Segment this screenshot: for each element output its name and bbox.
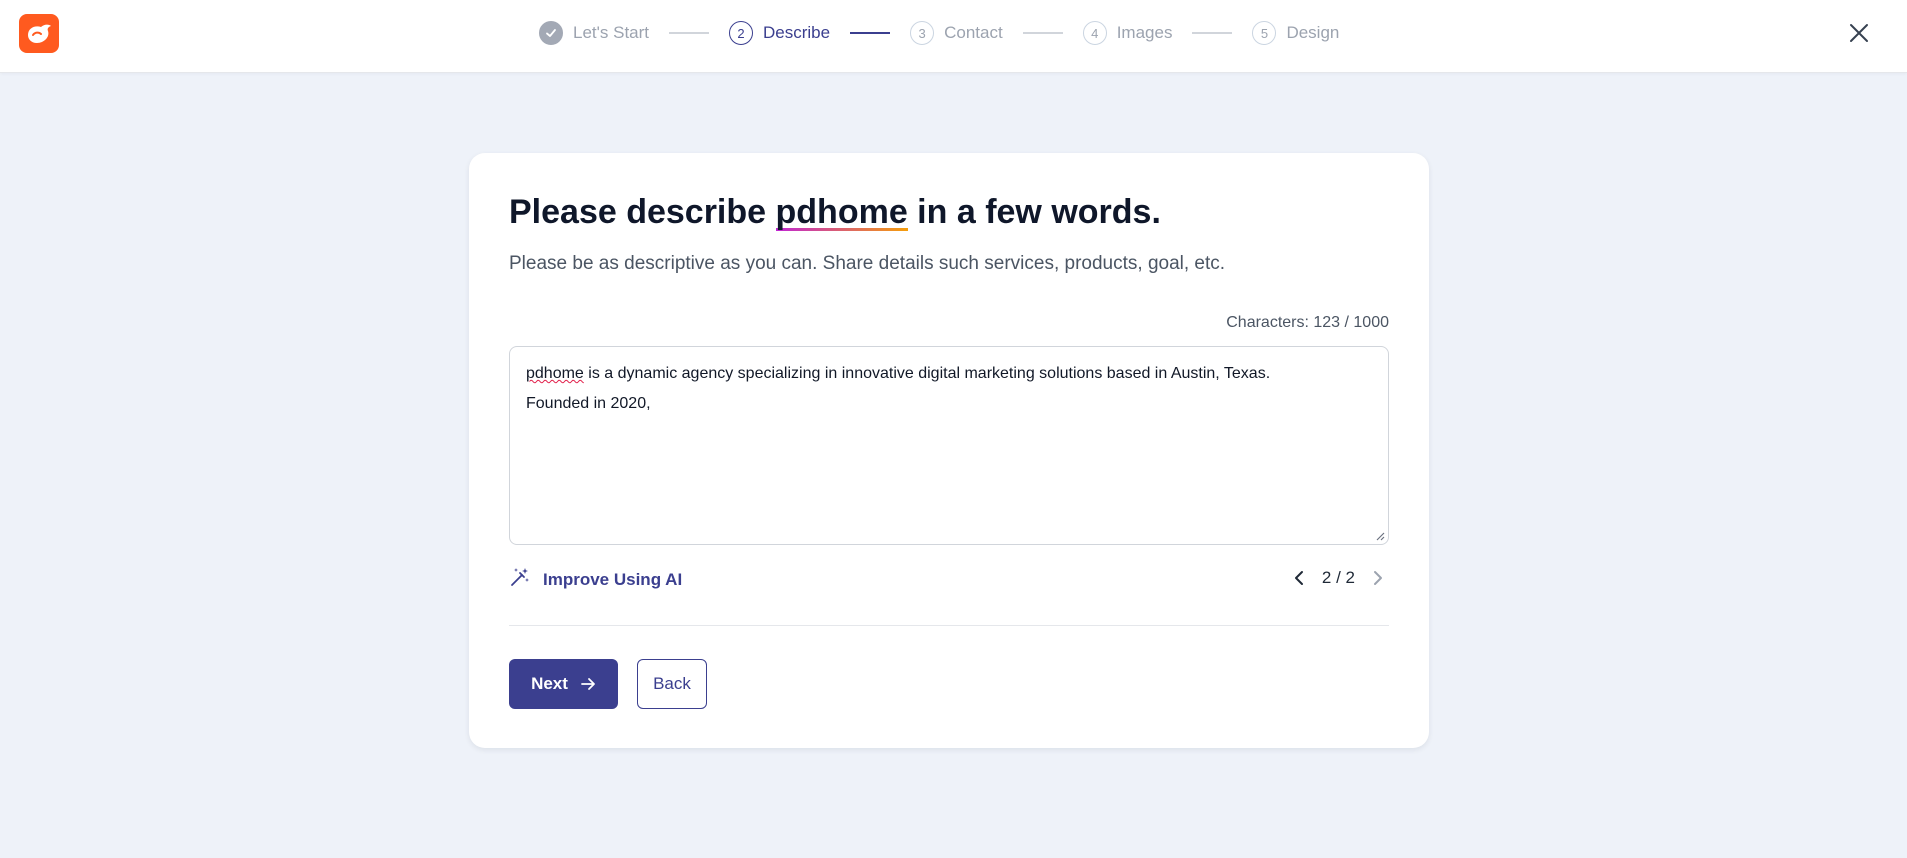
- title-suffix: in a few words.: [907, 193, 1161, 231]
- step-number: 2: [729, 21, 754, 45]
- description-textarea[interactable]: pdhome is a dynamic agency specializing …: [509, 346, 1389, 545]
- improve-label: Improve Using AI: [543, 569, 683, 589]
- step-connector: [1022, 32, 1063, 34]
- flame-icon[interactable]: [19, 14, 59, 53]
- next-label: Next: [531, 674, 568, 693]
- title-prefix: Please describe: [509, 193, 776, 231]
- step-design[interactable]: 5 Design: [1252, 21, 1339, 45]
- step-label: Images: [1116, 23, 1173, 42]
- step-label: Contact: [944, 23, 1003, 42]
- page-subtitle: Please be as descriptive as you can. Sha…: [509, 253, 1226, 274]
- description-line-2: Founded in 2020,: [526, 395, 651, 412]
- step-lets-start[interactable]: Let's Start: [539, 21, 649, 45]
- describe-card: Please describe pdhome in a few words. P…: [469, 153, 1429, 748]
- description-text: is a dynamic agency specializing in inno…: [583, 365, 1271, 382]
- page-title: Please describe pdhome in a few words.: [509, 193, 1161, 232]
- step-number: 3: [910, 21, 935, 45]
- chevron-right-icon[interactable]: [1367, 567, 1389, 589]
- improve-using-ai-button[interactable]: Improve Using AI: [509, 566, 682, 593]
- step-connector: [850, 32, 891, 34]
- step-connector: [1192, 32, 1233, 34]
- step-label: Let's Start: [573, 23, 650, 42]
- business-name: pdhome: [775, 193, 908, 231]
- step-contact[interactable]: 3 Contact: [910, 21, 1003, 45]
- step-describe[interactable]: 2 Describe: [729, 21, 830, 45]
- back-button[interactable]: Back: [637, 659, 707, 709]
- spellcheck-word: pdhome: [526, 365, 584, 382]
- step-number: 5: [1252, 21, 1277, 45]
- step-label: Describe: [763, 23, 831, 42]
- step-images[interactable]: 4 Images: [1082, 21, 1173, 45]
- close-icon[interactable]: [1846, 20, 1872, 46]
- check-icon: [539, 21, 563, 45]
- next-button[interactable]: Next: [509, 659, 618, 709]
- magic-wand-icon: [509, 566, 531, 593]
- step-number: 4: [1082, 21, 1107, 45]
- progress-stepper: Let's Start 2 Describe 3 Contact 4 Image…: [539, 21, 1339, 45]
- resize-handle-icon[interactable]: [1375, 531, 1385, 541]
- suggestion-pager: 2 / 2: [1288, 567, 1389, 589]
- top-bar: Let's Start 2 Describe 3 Contact 4 Image…: [0, 0, 1907, 73]
- step-connector: [669, 32, 710, 34]
- pager-count: 2 / 2: [1321, 568, 1355, 587]
- arrow-right-icon: [580, 677, 596, 691]
- chevron-left-icon[interactable]: [1288, 567, 1310, 589]
- character-counter: Characters: 123 / 1000: [1226, 314, 1389, 331]
- description-line-1: pdhome is a dynamic agency specializing …: [526, 359, 1372, 389]
- divider: [509, 625, 1389, 626]
- step-label: Design: [1286, 23, 1340, 42]
